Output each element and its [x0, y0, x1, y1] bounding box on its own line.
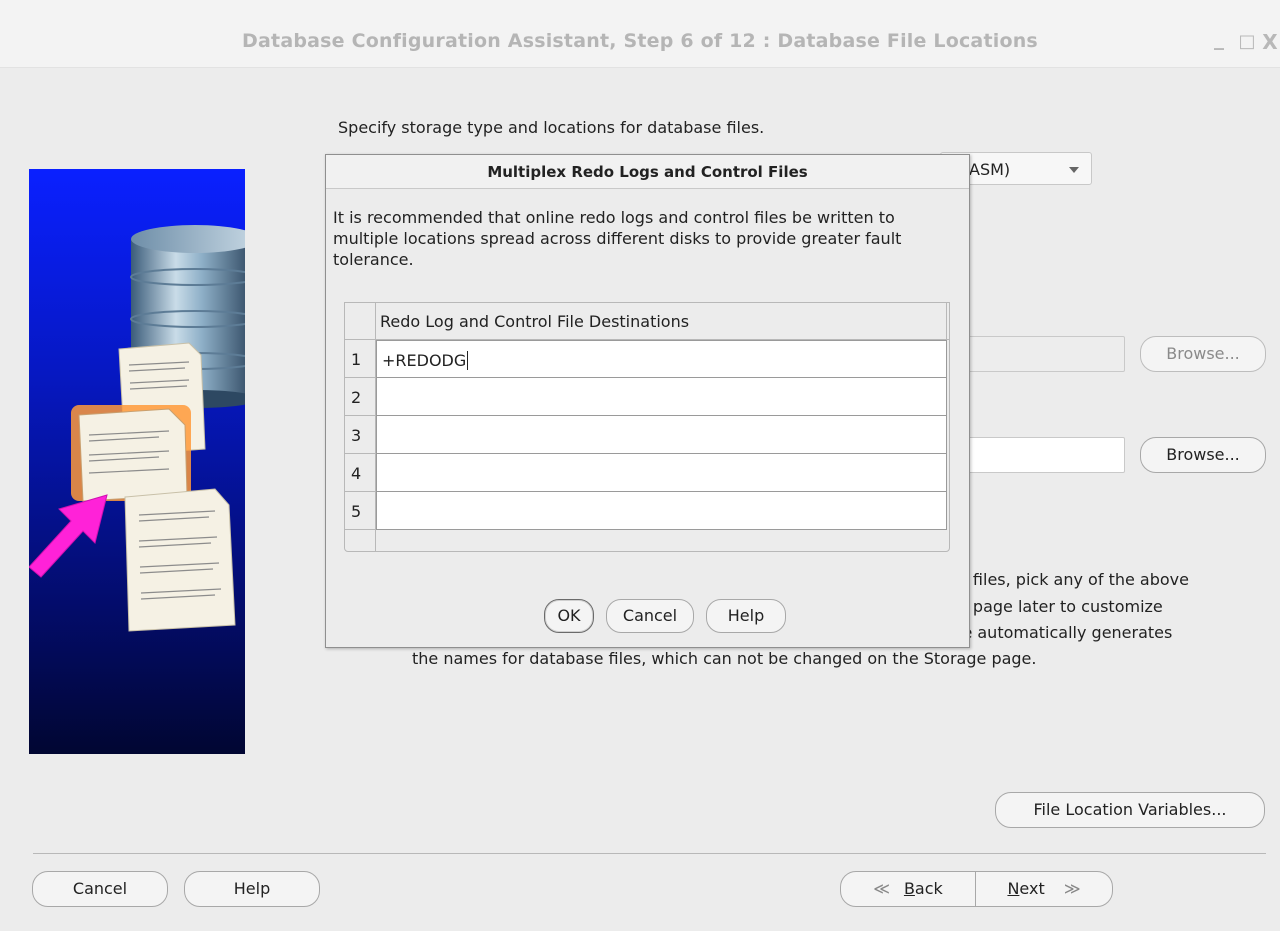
- column-divider: [946, 303, 947, 340]
- info-text-line: e page later to customize: [958, 597, 1163, 616]
- row-number-header: [345, 303, 376, 340]
- table-row: 2: [345, 378, 949, 416]
- text-cursor: [467, 351, 469, 370]
- back-label: ack: [914, 879, 943, 898]
- back-arrow-icon: ≪: [873, 879, 890, 898]
- browse-button-1[interactable]: Browse...: [1140, 336, 1266, 372]
- info-text-line: e files, pick any of the above: [958, 570, 1189, 589]
- destination-value: +REDODG: [382, 351, 467, 370]
- minimize-button[interactable]: _: [1207, 26, 1231, 50]
- row-number: 5: [345, 492, 376, 530]
- arrow-icon: [29, 494, 108, 578]
- info-text-line: the names for database files, which can …: [412, 649, 1037, 668]
- row-number: 4: [345, 454, 376, 492]
- table-row: 3: [345, 416, 949, 454]
- browse-button-2[interactable]: Browse...: [1140, 437, 1266, 473]
- ok-button[interactable]: OK: [544, 599, 594, 633]
- database-files-illustration: [29, 225, 245, 632]
- destination-cell-editing[interactable]: +REDODG: [376, 340, 947, 378]
- highlighted-document-icon: [71, 405, 191, 502]
- column-header-destinations[interactable]: Redo Log and Control File Destinations: [380, 312, 689, 331]
- cancel-button[interactable]: Cancel: [32, 871, 168, 907]
- info-text-line: le automatically generates: [958, 623, 1173, 642]
- next-arrow-icon: ≫: [1063, 879, 1081, 898]
- destination-cell[interactable]: [376, 454, 947, 492]
- row-number: 1: [345, 340, 376, 378]
- multiplex-redo-logs-dialog: Multiplex Redo Logs and Control Files It…: [325, 154, 970, 648]
- dialog-description: It is recommended that online redo logs …: [333, 208, 902, 269]
- chevron-down-icon: [1069, 167, 1079, 173]
- table-empty-area: [345, 530, 376, 552]
- back-mnemonic: B: [903, 879, 915, 898]
- maximize-button[interactable]: □: [1235, 30, 1259, 54]
- storage-type-value: ASM): [969, 160, 1011, 179]
- destination-cell[interactable]: [376, 416, 947, 454]
- row-number: 2: [345, 378, 376, 416]
- close-button[interactable]: X: [1258, 30, 1280, 54]
- file-location-variables-button[interactable]: File Location Variables...: [995, 792, 1265, 828]
- dialog-help-button[interactable]: Help: [706, 599, 786, 633]
- window-titlebar: Database Configuration Assistant, Step 6…: [0, 0, 1280, 68]
- table-row: 1 +REDODG: [345, 340, 949, 378]
- table-row: 4: [345, 454, 949, 492]
- next-button[interactable]: Next ≫: [975, 871, 1113, 907]
- next-mnemonic: N: [1007, 879, 1020, 898]
- table-header: Redo Log and Control File Destinations: [345, 303, 949, 340]
- back-button[interactable]: ≪ Back: [840, 871, 976, 907]
- destination-cell[interactable]: [376, 378, 947, 416]
- window-title: Database Configuration Assistant, Step 6…: [242, 30, 1038, 52]
- dialog-title: Multiplex Redo Logs and Control Files: [326, 155, 969, 189]
- row-number: 3: [345, 416, 376, 454]
- redo-log-destinations-table: Redo Log and Control File Destinations 1…: [344, 302, 950, 552]
- help-button[interactable]: Help: [184, 871, 320, 907]
- dialog-cancel-button[interactable]: Cancel: [606, 599, 694, 633]
- document-icon: [124, 488, 236, 632]
- footer-separator: [33, 853, 1266, 854]
- destination-cell[interactable]: [376, 492, 947, 530]
- table-row: 5: [345, 492, 949, 530]
- next-label: ext: [1019, 879, 1045, 898]
- wizard-side-illustration: [29, 169, 245, 754]
- page-instruction: Specify storage type and locations for d…: [338, 118, 765, 137]
